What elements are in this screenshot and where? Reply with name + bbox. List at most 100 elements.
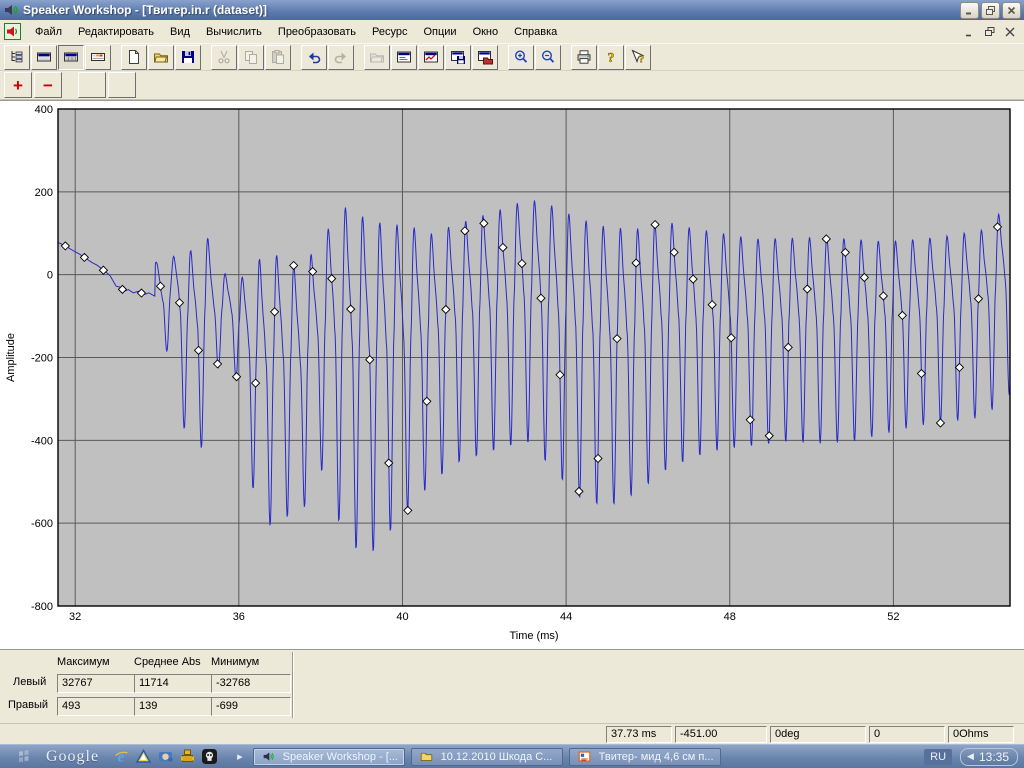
menu-редактировать[interactable]: Редактировать (70, 23, 162, 41)
new-file-button[interactable] (121, 45, 147, 70)
y-tick-label: -800 (31, 601, 53, 613)
x-tick-label: 44 (560, 611, 572, 623)
windows-flag-icon[interactable] (18, 749, 38, 765)
blank-button[interactable] (78, 72, 106, 98)
mdi-minimize-button[interactable] (962, 25, 978, 39)
main-toolbar: ?? (0, 43, 1024, 71)
open-folder-button[interactable] (148, 45, 174, 70)
undo-button[interactable] (301, 45, 327, 70)
menu-опции[interactable]: Опции (415, 23, 464, 41)
help-button[interactable]: ? (598, 45, 624, 70)
status-bar: 37.73 ms-451.000deg00Ohms (0, 723, 1024, 744)
dataset-speaker-icon (4, 23, 21, 40)
save-window-button[interactable] (445, 45, 471, 70)
redo-button (328, 45, 354, 70)
close-button[interactable] (1002, 2, 1021, 19)
task-button-label: Speaker Workshop - [... (283, 751, 398, 763)
chart-task-icon (574, 750, 595, 763)
blank-button[interactable] (108, 72, 136, 98)
system-tray-clock[interactable]: ◀ 13:35 (960, 748, 1018, 766)
ie-icon[interactable]: e (113, 748, 130, 765)
taskbar: Google e ▸ Speaker Workshop - [... 10.12.… (0, 744, 1024, 768)
mdi-restore-button[interactable] (982, 25, 998, 39)
save-button[interactable] (175, 45, 201, 70)
stats-col-header: Среднее Abs (134, 656, 201, 668)
menu-файл[interactable]: Файл (27, 23, 70, 41)
y-tick-label: 0 (47, 270, 53, 282)
status-field: 0deg (770, 726, 866, 743)
taskbar-task-button[interactable]: Твитер- мид 4,6 см п... (569, 748, 721, 766)
menu-справка[interactable]: Справка (506, 23, 565, 41)
y-tick-label: -400 (31, 435, 53, 447)
stats-col-header: Максимум (57, 656, 110, 668)
stat-value-box: 493 (57, 697, 137, 716)
paste-button (265, 45, 291, 70)
context-help-button[interactable]: ? (625, 45, 651, 70)
datasheet-button[interactable] (31, 45, 57, 70)
import-folder-button (364, 45, 390, 70)
x-tick-label: 52 (887, 611, 899, 623)
mdi-close-button[interactable] (1002, 25, 1018, 39)
stat-value-box: -32768 (211, 674, 291, 693)
skull-app-icon[interactable] (201, 748, 218, 765)
x-tick-label: 48 (724, 611, 736, 623)
menu-bar: ФайлРедактироватьВидВычислитьПреобразова… (0, 20, 1024, 44)
app-speaker-icon (3, 2, 19, 18)
folder-task-icon (416, 750, 437, 763)
cam-app-icon[interactable] (157, 748, 174, 765)
stats-col-header: Минимум (211, 656, 259, 668)
speaker-workshop-window: Speaker Workshop - [Твитер.in.r (dataset… (0, 0, 1024, 768)
menu-окно[interactable]: Окно (465, 23, 507, 41)
datasheet-values-button[interactable] (85, 45, 111, 70)
stat-value-box: 139 (134, 697, 214, 716)
stat-value-box: -699 (211, 697, 291, 716)
clock-time: 13:35 (979, 750, 1009, 764)
channel-stats-panel: Максимум Среднее Abs Минимум Левый 327671171… (0, 649, 1024, 723)
zoom-in-button[interactable] (508, 45, 534, 70)
svg-text:?: ? (639, 54, 645, 66)
y-tick-label: -600 (31, 518, 53, 530)
title-bar: Speaker Workshop - [Твитер.in.r (dataset… (0, 0, 1024, 20)
quicklaunch-overflow-chevron[interactable]: ▸ (237, 750, 243, 763)
task-button-label: 10.12.2010 Шкода С... (441, 751, 553, 763)
taskbar-task-button[interactable]: Speaker Workshop - [... (253, 748, 405, 766)
waveform-plot[interactable]: 4002000-200-400-600-800323640444852Time … (0, 101, 1024, 650)
menu-ресурс[interactable]: Ресурс (364, 23, 415, 41)
menu-вычислить[interactable]: Вычислить (198, 23, 270, 41)
marker-toolbar: +− (0, 71, 1024, 100)
status-field: 37.73 ms (606, 726, 672, 743)
menu-преобразовать[interactable]: Преобразовать (270, 23, 364, 41)
print-button[interactable] (571, 45, 597, 70)
remove-button[interactable]: − (34, 72, 62, 98)
taskbar-task-button[interactable]: 10.12.2010 Шкода С... (411, 748, 563, 766)
stats-panel-divider (292, 652, 293, 718)
x-tick-label: 40 (396, 611, 408, 623)
window-title: Speaker Workshop - [Твитер.in.r (dataset… (23, 3, 960, 17)
tree-view-button[interactable] (4, 45, 30, 70)
triangle-app-icon[interactable] (135, 748, 152, 765)
google-deskbar[interactable]: Google (46, 748, 99, 766)
minimize-button[interactable] (960, 2, 979, 19)
cut-button (211, 45, 237, 70)
waveform-chart[interactable]: 4002000-200-400-600-800323640444852Time … (0, 100, 1024, 649)
zoom-out-button[interactable] (535, 45, 561, 70)
add-button[interactable]: + (4, 72, 32, 98)
tray-hide-icons-icon[interactable]: ◀ (967, 751, 974, 762)
stat-value-box: 11714 (134, 674, 214, 693)
robot-app-icon[interactable] (179, 748, 196, 765)
task-button-label: Твитер- мид 4,6 см п... (599, 751, 714, 763)
properties-window-button[interactable] (391, 45, 417, 70)
language-indicator[interactable]: RU (924, 749, 952, 765)
restore-button[interactable] (981, 2, 1000, 19)
export-window-button[interactable] (472, 45, 498, 70)
datasheet-grid-button[interactable] (58, 45, 84, 70)
chart-window-button[interactable] (418, 45, 444, 70)
svg-text:?: ? (608, 51, 615, 65)
y-axis-title: Amplitude (5, 333, 17, 382)
x-axis-title: Time (ms) (509, 630, 558, 642)
stats-row-label: Правый (8, 699, 48, 711)
menu-вид[interactable]: Вид (162, 23, 198, 41)
stats-row-label: Левый (13, 676, 46, 688)
stat-value-box: 32767 (57, 674, 137, 693)
status-field: 0Ohms (948, 726, 1014, 743)
